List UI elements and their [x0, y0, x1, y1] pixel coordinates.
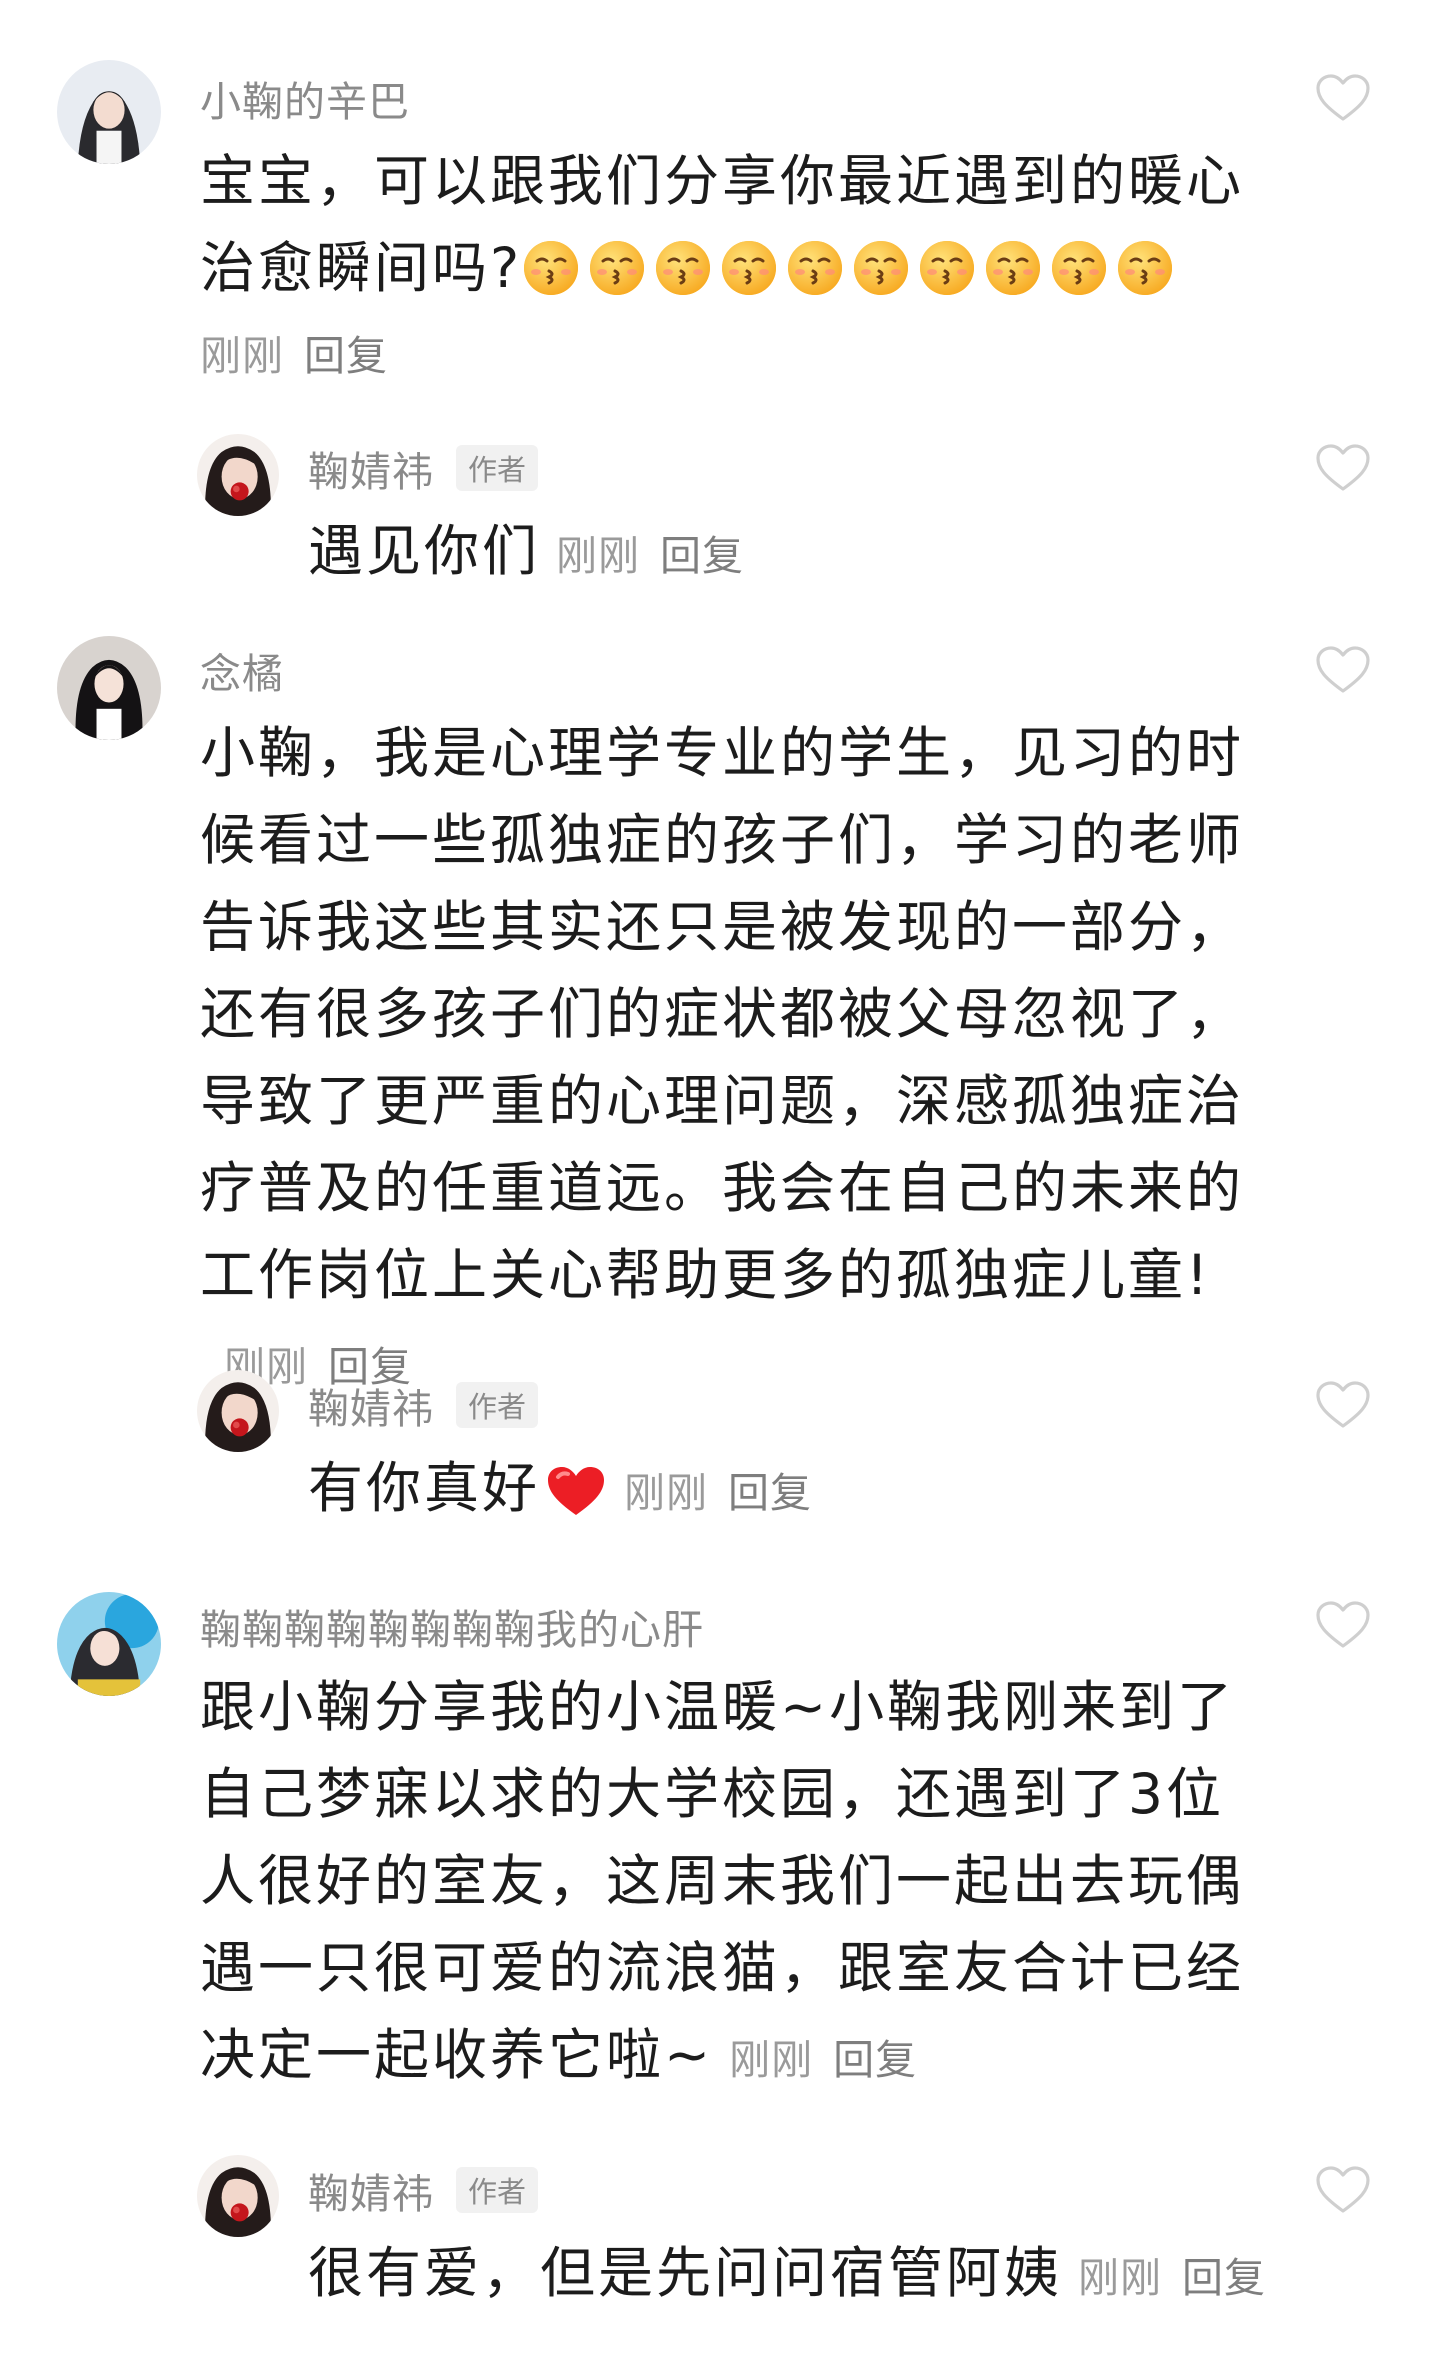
kissing-face-emoji — [918, 239, 976, 297]
comment-text: 小鞠，我是心理学专业的学生，见习的时候看过一些孤独症的孩子们，学习的老师告诉我这… — [200, 721, 1245, 1391]
avatar[interactable] — [57, 636, 161, 740]
reply-button[interactable]: 回复 — [728, 1469, 812, 1517]
timestamp: 刚刚 — [1078, 2254, 1163, 2302]
avatar[interactable] — [57, 60, 161, 164]
comment-text: 遇见你们 刚刚 回复 — [308, 519, 745, 583]
kissing-face-emoji — [786, 239, 844, 297]
comment-text: 很有爱，但是先问问宿管阿姨 刚刚 回复 — [308, 2241, 1267, 2305]
comment-meta: 刚刚 回复 — [624, 1469, 812, 1517]
comment-text: 跟小鞠分享我的小温暖~小鞠我刚来到了自己梦寐以求的大学校园，还遇到了3位人很好的… — [200, 1675, 1245, 2087]
like-heart-icon[interactable] — [1315, 73, 1371, 123]
avatar[interactable] — [197, 2155, 279, 2237]
timestamp: 刚刚 — [200, 332, 284, 380]
red-heart-emoji — [544, 1463, 608, 1519]
comment-meta: 刚刚 回复 — [729, 2036, 917, 2084]
comment-meta: 刚刚 回复 — [200, 322, 388, 382]
like-heart-icon[interactable] — [1315, 2165, 1371, 2215]
like-heart-icon[interactable] — [1315, 645, 1371, 695]
comment-meta: 刚刚 回复 — [1078, 2254, 1266, 2302]
avatar[interactable] — [57, 1592, 161, 1696]
kissing-face-emoji — [720, 239, 778, 297]
avatar[interactable] — [197, 1370, 279, 1452]
reply-button[interactable]: 回复 — [1182, 2254, 1266, 2302]
kissing-face-emoji — [852, 239, 910, 297]
author-badge: 作者 — [456, 1382, 539, 1428]
comment-username[interactable]: 鞠婧祎 作者 — [308, 438, 539, 498]
comment-username[interactable]: 念橘 — [200, 640, 284, 700]
comment-text: 有你真好 刚刚 回复 — [308, 1456, 813, 1520]
kissing-face-emoji — [1116, 239, 1174, 297]
reply-button[interactable]: 回复 — [304, 332, 388, 380]
timestamp: 刚刚 — [729, 2036, 814, 2084]
timestamp: 刚刚 — [624, 1469, 709, 1517]
kissing-face-emoji — [984, 239, 1042, 297]
kissing-face-emoji — [588, 239, 646, 297]
comment-meta: 刚刚 回复 — [556, 532, 744, 580]
avatar[interactable] — [197, 434, 279, 516]
like-heart-icon[interactable] — [1315, 1380, 1371, 1430]
comment-username[interactable]: 鞠鞠鞠鞠鞠鞠鞠鞠我的心肝 — [200, 1596, 704, 1656]
timestamp: 刚刚 — [556, 532, 641, 580]
kissing-face-emoji — [522, 239, 580, 297]
comment-username[interactable]: 鞠婧祎 作者 — [308, 1375, 539, 1435]
like-heart-icon[interactable] — [1315, 1600, 1371, 1650]
reply-button[interactable]: 回复 — [833, 2036, 917, 2084]
author-badge: 作者 — [456, 445, 539, 491]
like-heart-icon[interactable] — [1315, 443, 1371, 493]
comment-username[interactable]: 小鞠的辛巴 — [200, 68, 410, 128]
comment-text: 宝宝，可以跟我们分享你最近遇到的暖心治愈瞬间吗? — [200, 149, 1245, 300]
reply-button[interactable]: 回复 — [660, 532, 744, 580]
kissing-face-emoji — [654, 239, 712, 297]
author-badge: 作者 — [456, 2167, 539, 2213]
kissing-face-emoji — [1050, 239, 1108, 297]
comment-username[interactable]: 鞠婧祎 作者 — [308, 2160, 539, 2220]
kissing-face-emoji-row — [522, 236, 1182, 300]
